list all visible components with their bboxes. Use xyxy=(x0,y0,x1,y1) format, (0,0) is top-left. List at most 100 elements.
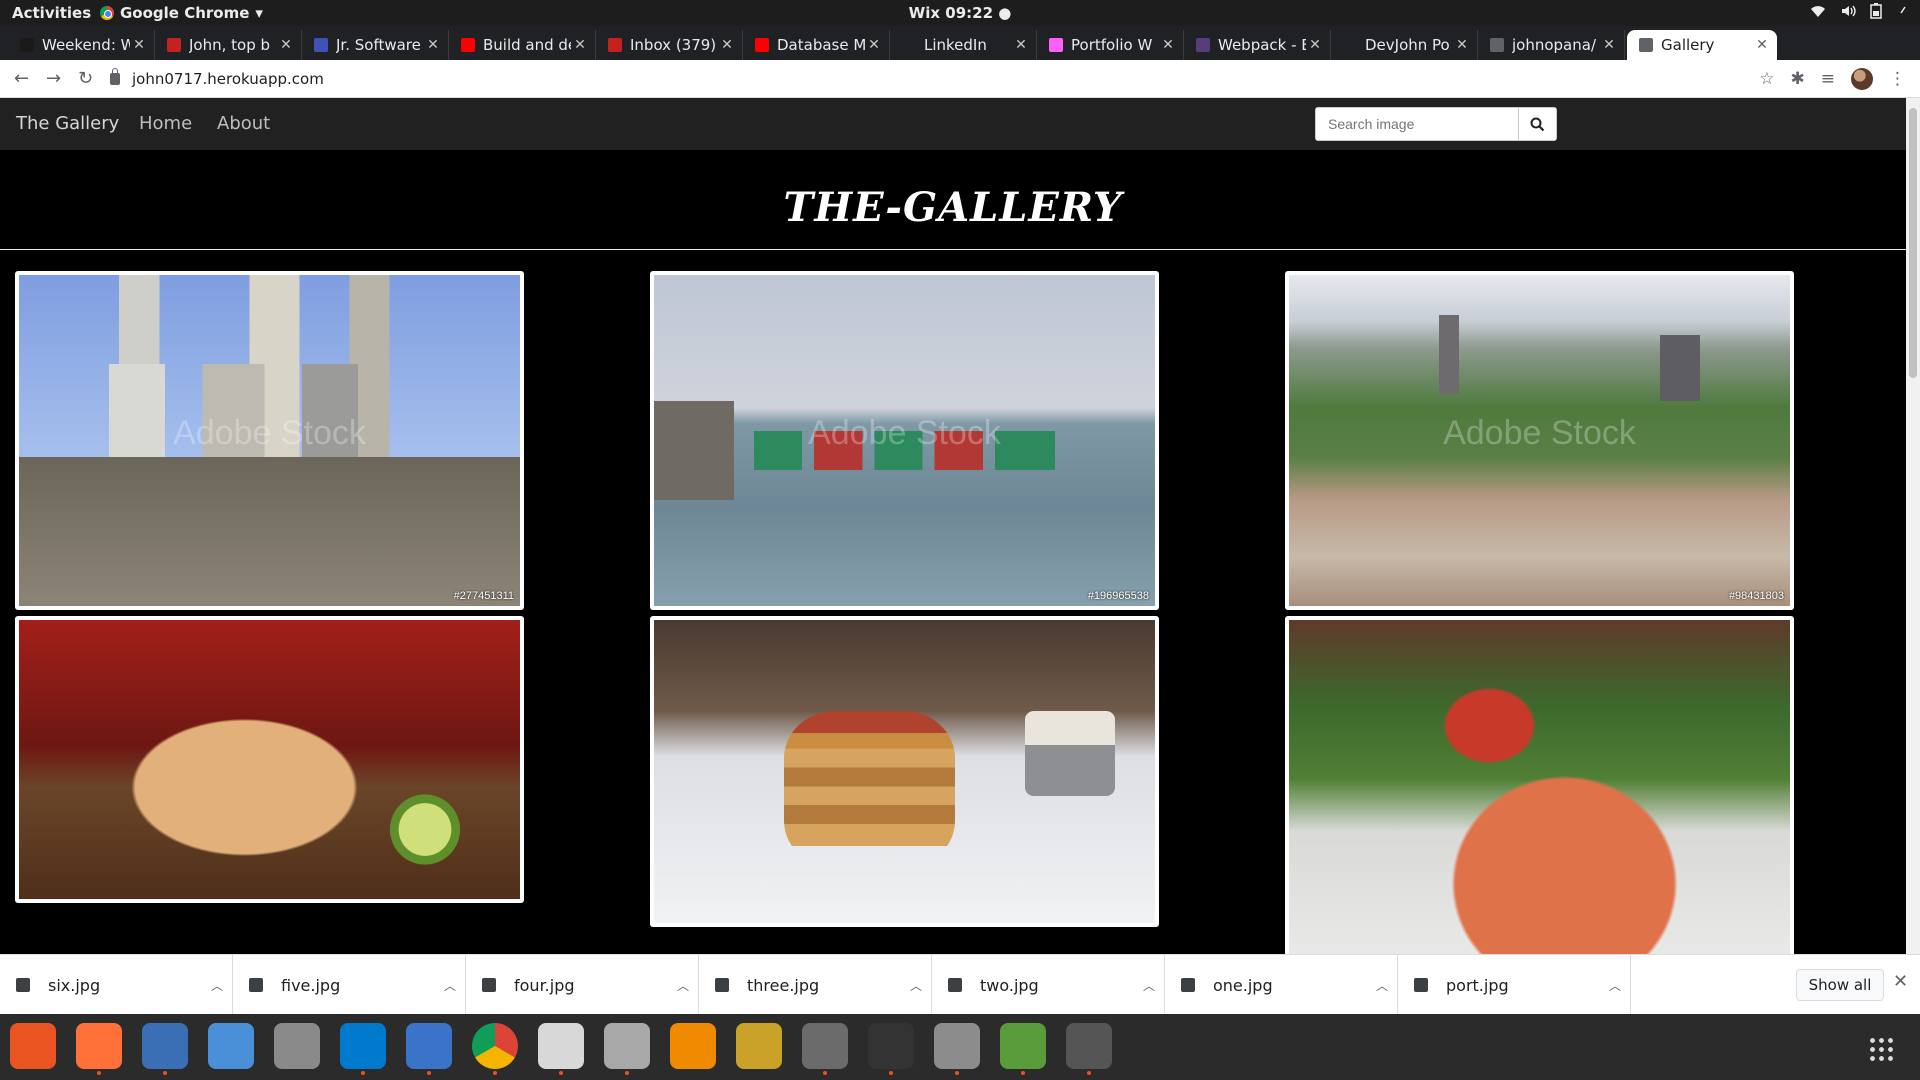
close-tab-icon[interactable]: ✕ xyxy=(1159,37,1177,53)
close-tab-icon[interactable]: ✕ xyxy=(424,37,442,53)
chevron-up-icon[interactable]: ︿ xyxy=(1134,977,1164,994)
gallery-card[interactable] xyxy=(15,616,524,903)
download-item[interactable]: four.jpg ︿ xyxy=(466,955,699,1015)
firefox-icon[interactable] xyxy=(76,1023,122,1075)
text-editor-icon[interactable] xyxy=(142,1023,188,1075)
browser-tab[interactable]: Inbox (379) ✕ xyxy=(596,30,743,60)
reload-button[interactable]: ↻ xyxy=(78,68,93,89)
volume-icon[interactable] xyxy=(1840,3,1856,23)
vscode-icon[interactable] xyxy=(340,1023,386,1075)
image-viewer-icon[interactable] xyxy=(1000,1023,1046,1075)
lock-icon[interactable] xyxy=(110,68,120,85)
browser-tab[interactable]: Build and de ✕ xyxy=(449,30,596,60)
power-icon[interactable] xyxy=(1896,3,1906,23)
close-tab-icon[interactable]: ✕ xyxy=(1453,37,1471,53)
scrollbar-thumb[interactable] xyxy=(1909,108,1917,378)
browser-tab[interactable]: Gallery ✕ xyxy=(1627,30,1777,60)
clock[interactable]: Wix 09:22 ● xyxy=(0,4,1920,22)
browser-tab[interactable]: DevJohn Po ✕ xyxy=(1331,30,1478,60)
download-filename: three.jpg xyxy=(747,975,820,995)
gallery-image-burrito[interactable] xyxy=(19,620,520,899)
gallery-image-pancakes[interactable] xyxy=(654,620,1155,923)
chevron-up-icon[interactable]: ︿ xyxy=(1600,977,1630,994)
gallery-image-city-skyline[interactable]: Adobe Stock #98431803 xyxy=(1289,275,1790,606)
extensions-icon[interactable]: ✱ xyxy=(1791,69,1805,89)
gallery-card[interactable] xyxy=(650,616,1159,927)
browser-tab[interactable]: Database M ✕ xyxy=(743,30,890,60)
download-item[interactable]: two.jpg ︿ xyxy=(932,955,1165,1015)
browser-tab[interactable]: Weekend: W ✕ xyxy=(8,30,155,60)
help-icon[interactable] xyxy=(208,1023,254,1069)
nav-link-home[interactable]: Home xyxy=(139,113,192,134)
back-button[interactable]: ← xyxy=(14,68,29,89)
show-applications-icon[interactable] xyxy=(1868,1036,1894,1062)
evince-icon[interactable] xyxy=(538,1023,584,1075)
profile-avatar[interactable] xyxy=(1851,68,1873,90)
battery-icon[interactable] xyxy=(1870,3,1882,23)
close-tab-icon[interactable]: ✕ xyxy=(571,37,589,53)
vlc-icon[interactable] xyxy=(670,1023,716,1069)
settings-icon[interactable] xyxy=(934,1023,980,1075)
download-item[interactable]: one.jpg ︿ xyxy=(1165,955,1398,1015)
menu-kebab-icon[interactable]: ⋮ xyxy=(1889,69,1906,89)
printer-icon[interactable] xyxy=(274,1023,320,1069)
download-item[interactable]: three.jpg ︿ xyxy=(699,955,932,1015)
chrome-icon[interactable] xyxy=(472,1023,518,1075)
gallery-image-city-square[interactable]: Adobe Stock #277451311 xyxy=(19,275,520,606)
terminal-icon[interactable] xyxy=(868,1023,914,1075)
close-tab-icon[interactable]: ✕ xyxy=(718,37,736,53)
chevron-up-icon[interactable]: ︿ xyxy=(901,977,931,994)
close-tab-icon[interactable]: ✕ xyxy=(1012,37,1030,53)
gallery-image-salmon-salad[interactable] xyxy=(1289,620,1790,954)
gallery-card[interactable] xyxy=(1285,616,1794,954)
gallery-card[interactable]: Adobe Stock #196965538 xyxy=(650,271,1159,610)
gallery-image-fishing-boats[interactable]: Adobe Stock #196965538 xyxy=(654,275,1155,606)
download-item[interactable]: six.jpg ︿ xyxy=(0,955,233,1015)
software-updater-icon[interactable] xyxy=(1066,1023,1112,1075)
download-item[interactable]: port.jpg ︿ xyxy=(1398,955,1631,1015)
file-icon xyxy=(715,978,729,992)
chevron-up-icon[interactable]: ︿ xyxy=(1367,977,1397,994)
close-tab-icon[interactable]: ✕ xyxy=(277,37,295,53)
image-detail xyxy=(1024,710,1115,796)
address-bar[interactable]: john0717.herokuapp.com xyxy=(110,66,1750,92)
gallery-card[interactable]: Adobe Stock #98431803 xyxy=(1285,271,1794,610)
wifi-icon[interactable] xyxy=(1810,3,1826,23)
image-search-input[interactable] xyxy=(1316,108,1518,140)
browser-tab[interactable]: johnopana/✕ xyxy=(1478,30,1625,60)
close-tab-icon[interactable]: ✕ xyxy=(865,37,883,53)
close-tab-icon[interactable]: ✕ xyxy=(1753,37,1771,53)
tab-title: Weekend: W xyxy=(42,36,130,54)
browser-tab[interactable]: LinkedIn ✕ xyxy=(890,30,1037,60)
thunderbird-icon[interactable] xyxy=(406,1023,452,1075)
gallery-card[interactable]: Adobe Stock #277451311 xyxy=(15,271,524,610)
bookmark-star-icon[interactable]: ☆ xyxy=(1759,69,1774,89)
chevron-up-icon[interactable]: ︿ xyxy=(668,977,698,994)
tab-title: DevJohn Po xyxy=(1365,36,1450,54)
browser-tab[interactable]: Jr. Software ✕ xyxy=(302,30,449,60)
ubuntu-software-icon[interactable] xyxy=(10,1023,56,1069)
system-tray[interactable] xyxy=(1810,3,1906,23)
rhythmbox-icon[interactable] xyxy=(736,1023,782,1069)
search-button[interactable] xyxy=(1518,108,1556,140)
heading-divider xyxy=(0,249,1906,250)
page-scrollbar[interactable] xyxy=(1906,98,1920,954)
video-editor-icon[interactable] xyxy=(802,1023,848,1075)
close-icon[interactable]: ✕ xyxy=(1893,971,1908,992)
chevron-up-icon[interactable]: ︿ xyxy=(435,977,465,994)
nav-link-about[interactable]: About xyxy=(217,113,270,134)
media-controls-icon[interactable]: ≡ xyxy=(1821,69,1835,89)
files-icon[interactable] xyxy=(604,1023,650,1075)
chevron-up-icon[interactable]: ︿ xyxy=(202,977,232,994)
download-item[interactable]: five.jpg ︿ xyxy=(233,955,466,1015)
tab-favicon-icon xyxy=(902,38,916,52)
browser-tab[interactable]: John, top b ✕ xyxy=(155,30,302,60)
close-tab-icon[interactable]: ✕ xyxy=(1306,37,1324,53)
forward-button[interactable]: → xyxy=(46,68,61,89)
close-tab-icon[interactable]: ✕ xyxy=(1600,37,1618,53)
close-tab-icon[interactable]: ✕ xyxy=(130,37,148,53)
show-all-downloads-button[interactable]: Show all xyxy=(1796,969,1884,1001)
browser-tab[interactable]: Portfolio W ✕ xyxy=(1037,30,1184,60)
browser-tab[interactable]: Webpack - B ✕ xyxy=(1184,30,1331,60)
site-brand-link[interactable]: The Gallery xyxy=(16,113,119,134)
